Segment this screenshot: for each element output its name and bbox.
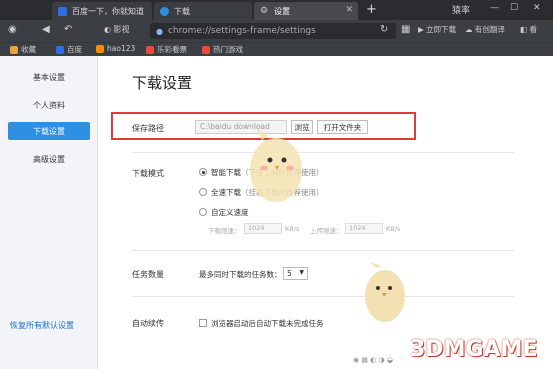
- custom-speed-option[interactable]: 自定义速度: [211, 207, 249, 218]
- bookmark-label: 百度: [67, 45, 82, 54]
- tray-icons: ◉ ▦ ◐ ◑ ◒: [353, 356, 393, 364]
- maximize-icon[interactable]: ☐: [510, 3, 518, 13]
- minimize-icon[interactable]: —: [490, 3, 499, 13]
- tab-label: 百度一下，你就知道: [72, 6, 144, 16]
- download-favicon-icon: [160, 6, 169, 16]
- page-icon: ●: [156, 26, 163, 36]
- watermark-chick-icon: [365, 262, 405, 322]
- home-icon[interactable]: ◐ 影视: [104, 24, 130, 35]
- option-label: 智能下载: [211, 168, 241, 177]
- tab-bar: 百度一下，你就知道 下载 ⚙ 设置 ✕ + 猿率 — ☐ ✕: [0, 0, 553, 20]
- download-mode-label: 下载模式: [132, 169, 164, 178]
- toolbar: ◉ ◀ ↶ ◐ 影视 ● chrome://settings-frame/set…: [0, 20, 553, 42]
- menu-icon[interactable]: ◧ 看: [520, 24, 537, 35]
- gear-icon: ⚙: [260, 5, 269, 16]
- smart-download-radio[interactable]: [199, 168, 207, 176]
- tab-baidu[interactable]: 百度一下，你就知道: [52, 2, 152, 20]
- bookmark-label: hao123: [107, 44, 136, 53]
- app-menu-icon[interactable]: ◉: [8, 24, 17, 35]
- download-limit-input[interactable]: 1024: [244, 223, 282, 234]
- sidebar-item-advanced[interactable]: 高级设置: [8, 150, 90, 168]
- refresh-icon[interactable]: ↻: [380, 24, 388, 35]
- tab-settings[interactable]: ⚙ 设置 ✕: [254, 2, 358, 20]
- sidebar-item-download[interactable]: 下载设置: [8, 122, 90, 140]
- settings-page: 基本设置 个人资料 下载设置 高级设置 恢复所有默认设置 下载设置 保存路径 C…: [0, 56, 553, 369]
- divider: [132, 250, 514, 251]
- task-count-value: 5: [287, 269, 292, 278]
- task-count-label: 任务数量: [132, 270, 164, 279]
- bookmark-item[interactable]: 热门游戏: [202, 44, 243, 55]
- bookmarks-bar: 收藏 百度 hao123 乐彩看票 热门游戏: [0, 42, 553, 56]
- option-label: 全速下载: [211, 188, 241, 197]
- full-speed-radio[interactable]: [199, 188, 207, 196]
- upload-limit-label: 上传限速：: [310, 227, 343, 235]
- new-tab-button[interactable]: +: [366, 2, 377, 17]
- bookmark-item[interactable]: 收藏: [10, 44, 36, 55]
- forward-icon[interactable]: ↶: [64, 24, 72, 35]
- save-path-label: 保存路径: [132, 124, 164, 133]
- tab-label: 设置: [274, 6, 290, 16]
- custom-speed-radio[interactable]: [199, 208, 207, 216]
- page-title: 下载设置: [132, 74, 193, 92]
- home-label: 影视: [113, 25, 130, 34]
- address-text: chrome://settings-frame/settings: [167, 26, 316, 36]
- close-tab-icon[interactable]: ✕: [345, 5, 353, 15]
- bookmark-item[interactable]: 乐彩看票: [146, 44, 187, 55]
- upload-limit-input[interactable]: 1024: [345, 223, 383, 234]
- toolbar-right2: 有创翻译: [474, 25, 505, 34]
- tab-label: 下载: [174, 6, 190, 16]
- task-count-desc: 最多同时下载的任务数：: [199, 270, 282, 279]
- open-folder-button[interactable]: 打开文件夹: [317, 120, 368, 134]
- task-count-select[interactable]: 5 ▼: [283, 267, 308, 280]
- site-watermark: 3DMGAME: [410, 337, 538, 362]
- hao123-icon: [96, 44, 104, 53]
- user-label[interactable]: 猿率: [452, 3, 470, 16]
- bookmark-label: 收藏: [21, 45, 36, 54]
- settings-sidebar: 基本设置 个人资料 下载设置 高级设置 恢复所有默认设置: [0, 56, 98, 369]
- play-icon[interactable]: ▶ 立即下载: [418, 24, 456, 35]
- cloud-icon[interactable]: ☁ 有创翻译: [465, 24, 505, 35]
- download-unit: KB/s: [285, 225, 300, 233]
- bookmark-item[interactable]: hao123: [96, 44, 135, 53]
- lottery-icon: [146, 45, 154, 54]
- sidebar-item-basic[interactable]: 基本设置: [8, 68, 90, 86]
- baidu-favicon-icon: [58, 6, 67, 16]
- auto-resume-checkbox[interactable]: [199, 319, 207, 327]
- toolbar-right1: 立即下载: [426, 25, 457, 34]
- back-icon[interactable]: ◀: [42, 24, 50, 35]
- close-window-icon[interactable]: ✕: [533, 3, 541, 13]
- star-icon: [10, 45, 18, 54]
- restore-defaults-link[interactable]: 恢复所有默认设置: [10, 320, 74, 331]
- baidu-icon: [56, 45, 64, 54]
- divider: [132, 152, 514, 153]
- download-limit-label: 下载限速：: [208, 227, 241, 235]
- tab-downloads[interactable]: 下载: [154, 2, 252, 20]
- bookmark-item[interactable]: 百度: [56, 44, 82, 55]
- divider: [132, 296, 514, 297]
- auto-resume-desc[interactable]: 浏览器启动后自动下载未完成任务: [211, 318, 324, 329]
- sidebar-item-profile[interactable]: 个人资料: [8, 96, 90, 114]
- upload-unit: KB/s: [386, 225, 401, 233]
- bookmark-label: 热门游戏: [213, 45, 243, 54]
- mascot-chick-icon: [250, 128, 302, 202]
- dropdown-arrow-icon: ▼: [299, 269, 304, 276]
- auto-resume-label: 自动续传: [132, 319, 164, 328]
- game-icon: [202, 45, 210, 54]
- bookmark-label: 乐彩看票: [157, 45, 187, 54]
- address-bar[interactable]: ● chrome://settings-frame/settings: [150, 23, 396, 39]
- toolbar-right3: 看: [529, 25, 537, 34]
- grid-icon[interactable]: ▦: [401, 24, 410, 35]
